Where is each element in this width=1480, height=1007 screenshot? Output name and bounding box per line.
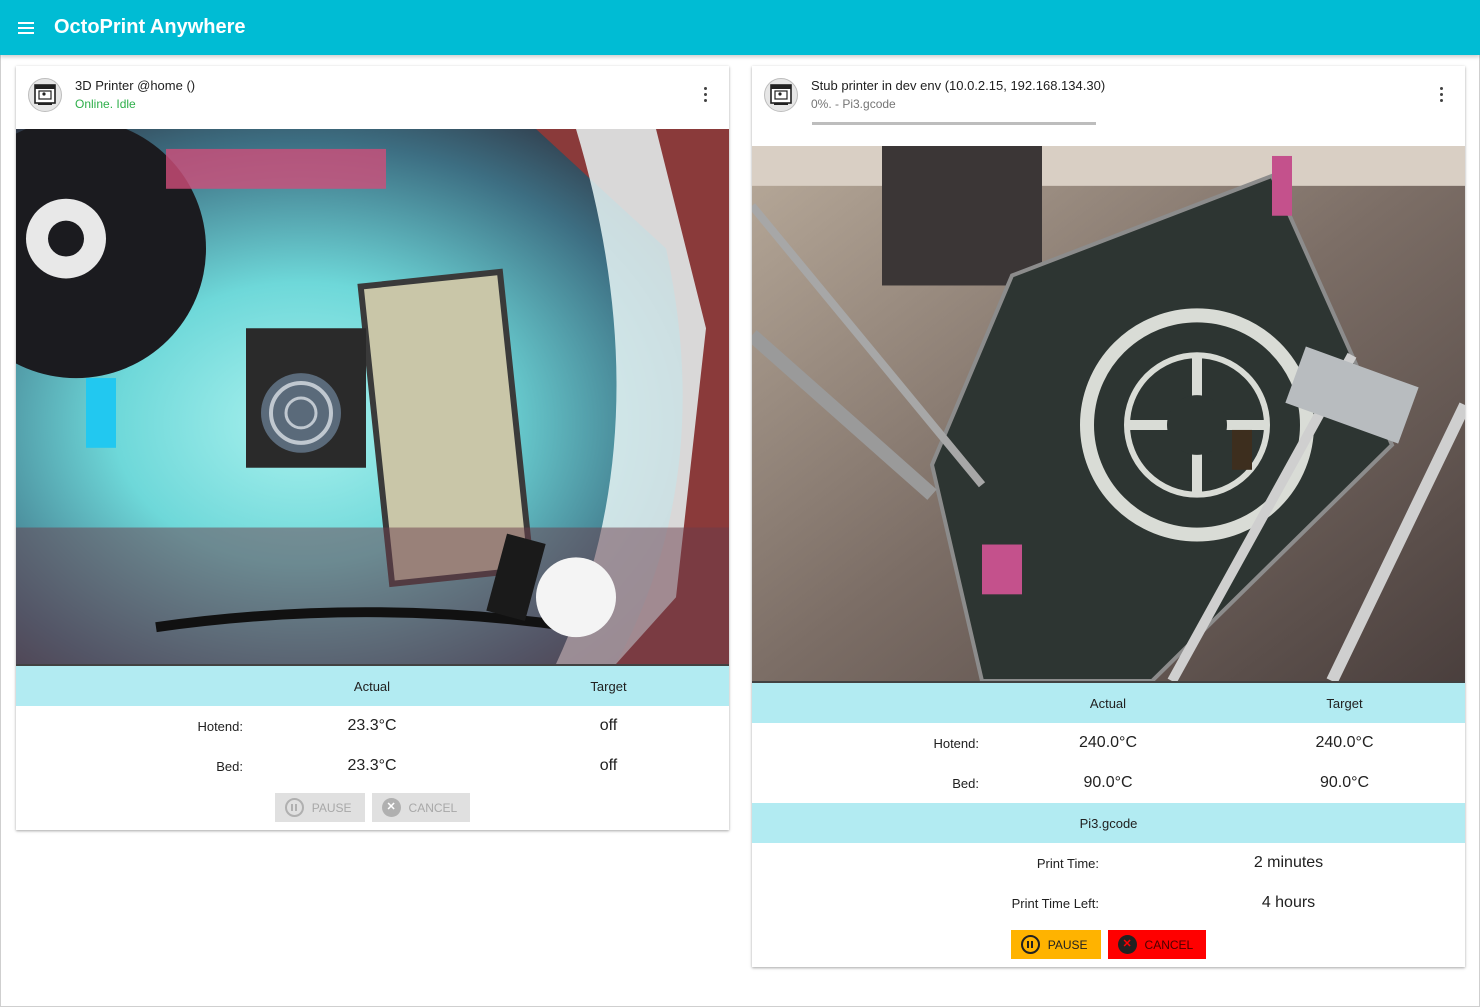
print-time-row: Print Time: 2 minutes	[752, 843, 1465, 883]
column-actual: Actual	[1089, 695, 1127, 711]
webcam-feed	[16, 129, 729, 666]
hotend-label: Hotend:	[933, 735, 979, 751]
hotend-row: Hotend: 240.0°C 240.0°C	[752, 723, 1465, 763]
bed-target: 90.0°C	[1319, 774, 1370, 791]
temperature-table: Actual Target Hotend: 23.3°C off Bed: 23…	[16, 666, 729, 786]
app-title: OctoPrint Anywhere	[54, 16, 246, 38]
temperature-table-header: Actual Target	[16, 666, 729, 706]
bed-actual: 23.3°C	[347, 757, 397, 774]
cancel-icon: ✕	[381, 798, 401, 817]
bed-actual: 90.0°C	[1083, 774, 1133, 791]
pause-label: PAUSE	[311, 800, 352, 815]
printer-status: 0%. - Pi3.gcode	[811, 97, 896, 111]
more-vert-icon[interactable]	[695, 84, 715, 104]
pause-label: PAUSE	[1047, 937, 1088, 952]
printer-name: 3D Printer @home ()	[75, 78, 196, 93]
cancel-icon: ✕	[1117, 935, 1137, 954]
column-target: Target	[1326, 695, 1363, 711]
printer-card-home: 3D Printer @home () Online. Idle Actual …	[16, 66, 729, 830]
bed-target: off	[599, 757, 618, 774]
app-bar: OctoPrint Anywhere	[0, 0, 1480, 55]
cancel-button[interactable]: ✕ CANCEL	[371, 793, 471, 822]
more-vert-icon[interactable]	[1431, 84, 1451, 104]
hamburger-menu-icon[interactable]	[18, 19, 40, 37]
hotend-row: Hotend: 23.3°C off	[16, 706, 729, 746]
print-time-value: 2 minutes	[1253, 854, 1324, 871]
pause-icon	[284, 798, 304, 817]
hotend-target: off	[599, 717, 618, 734]
cancel-label: CANCEL	[408, 800, 458, 815]
bed-label: Bed:	[952, 775, 979, 791]
pause-icon	[1020, 935, 1040, 954]
print-time-left-value: 4 hours	[1261, 894, 1316, 911]
pause-button[interactable]: PAUSE	[1010, 930, 1101, 959]
printer-card-header: 3D Printer @home () Online. Idle	[16, 66, 729, 129]
hotend-label: Hotend:	[197, 718, 243, 734]
print-actions: PAUSE ✕ CANCEL	[752, 930, 1465, 959]
pause-button[interactable]: PAUSE	[274, 793, 365, 822]
print-actions: PAUSE ✕ CANCEL	[16, 793, 729, 822]
hotend-actual: 23.3°C	[347, 717, 397, 734]
temperature-table-header: Actual Target	[752, 683, 1465, 723]
printer-card-header: Stub printer in dev env (10.0.2.15, 192.…	[752, 66, 1465, 146]
print-time-left-row: Print Time Left: 4 hours	[752, 883, 1465, 923]
printer-status: Online. Idle	[75, 97, 136, 111]
printer-avatar-icon	[28, 78, 62, 112]
printer-avatar-icon	[764, 78, 798, 112]
temperature-table: Actual Target Hotend: 240.0°C 240.0°C Be…	[752, 683, 1465, 923]
bed-row: Bed: 23.3°C off	[16, 746, 729, 786]
print-progress-bar	[812, 122, 1096, 125]
bed-label: Bed:	[216, 758, 243, 774]
hotend-target: 240.0°C	[1315, 734, 1374, 751]
bed-row: Bed: 90.0°C 90.0°C	[752, 763, 1465, 803]
column-actual: Actual	[353, 678, 391, 694]
hotend-actual: 240.0°C	[1079, 734, 1137, 751]
job-file-name: Pi3.gcode	[1079, 815, 1138, 831]
column-target: Target	[590, 678, 627, 694]
cancel-button[interactable]: ✕ CANCEL	[1107, 930, 1207, 959]
webcam-feed	[752, 146, 1465, 683]
print-time-left-label: Print Time Left:	[1011, 895, 1099, 911]
job-file-row: Pi3.gcode	[752, 803, 1465, 843]
print-time-label: Print Time:	[1036, 855, 1099, 871]
printer-card-stub: Stub printer in dev env (10.0.2.15, 192.…	[752, 66, 1465, 967]
printer-name: Stub printer in dev env (10.0.2.15, 192.…	[811, 78, 1106, 93]
cancel-label: CANCEL	[1144, 937, 1194, 952]
